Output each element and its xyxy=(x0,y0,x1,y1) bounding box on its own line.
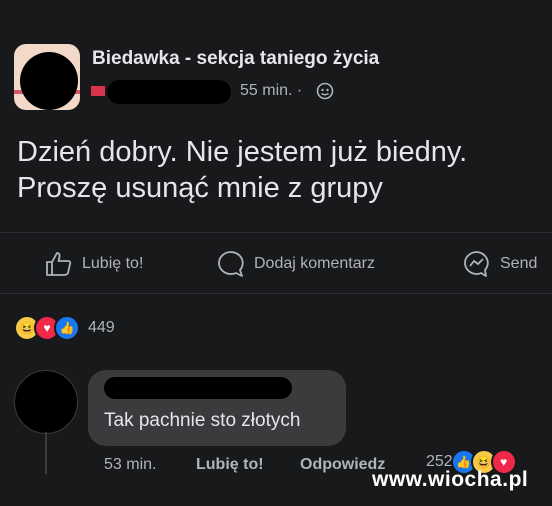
like-button-label: Lubię to! xyxy=(82,255,144,272)
author-flag-badge xyxy=(91,86,105,96)
thread-line xyxy=(45,432,47,474)
divider xyxy=(0,232,552,233)
group-name[interactable]: Biedawka - sekcja taniego życia xyxy=(92,48,379,70)
comment-button-label: Dodaj komentarz xyxy=(254,255,375,272)
watermark: www.wiocha.pl xyxy=(372,468,529,491)
divider xyxy=(0,293,552,294)
post-text-line-2: Proszę usunąć mnie z grupy xyxy=(17,172,383,204)
like-reaction-icon: 👍 xyxy=(54,315,80,341)
comment-icon xyxy=(218,251,244,277)
messenger-icon xyxy=(464,251,489,277)
comment-text: Tak pachnie sto złotych xyxy=(104,410,301,431)
send-button-label: Send xyxy=(500,255,538,272)
post-reactions-summary[interactable]: 😆 ♥ 👍 449 xyxy=(14,315,115,341)
like-icon xyxy=(46,252,72,276)
commenter-name-redacted[interactable] xyxy=(104,377,292,399)
send-button[interactable]: Send xyxy=(462,248,537,280)
commenter-avatar-redacted[interactable] xyxy=(14,370,78,434)
comment-button[interactable]: Dodaj komentarz xyxy=(216,248,375,280)
author-name-redacted[interactable] xyxy=(107,80,231,104)
author-avatar-redacted[interactable] xyxy=(20,52,78,110)
post-timestamp[interactable]: 55 min. · xyxy=(240,82,302,100)
post-text-line-1: Dzień dobry. Nie jestem już biedny. xyxy=(17,136,468,168)
post-text: Dzień dobry. Nie jestem już biedny. Pros… xyxy=(17,134,537,206)
like-button[interactable]: Lubię to! xyxy=(44,248,143,280)
comment-like-button[interactable]: Lubię to! xyxy=(196,456,264,474)
globe-icon xyxy=(316,82,334,100)
post-reaction-count: 449 xyxy=(88,319,115,336)
comment-timestamp[interactable]: 53 min. xyxy=(104,456,156,474)
